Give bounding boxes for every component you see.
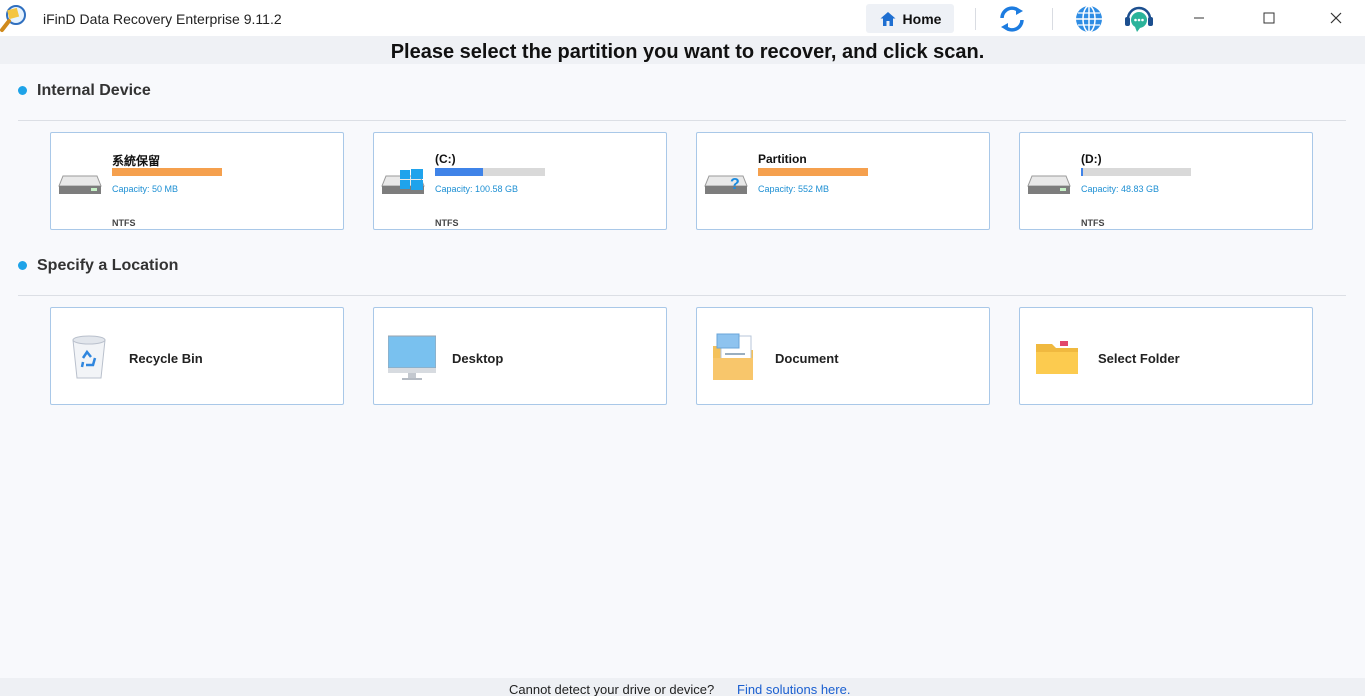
close-button[interactable] [1313,0,1359,36]
document-folder-icon [713,333,753,380]
drive-usage-bar [758,168,868,176]
footer-text: Cannot detect your drive or device? [509,682,715,696]
hard-drive-icon [58,175,102,194]
drive-usage-fill [758,168,868,176]
app-title: iFinD Data Recovery Enterprise 9.11.2 [43,11,282,27]
section-bullet [18,86,27,95]
drive-usage-bar [435,168,545,176]
windows-drive-icon [381,169,425,194]
language-button[interactable] [1073,4,1105,34]
maximize-button[interactable] [1246,0,1292,36]
internal-device-title: Internal Device [37,82,151,99]
home-button[interactable]: Home [866,4,954,33]
page-heading: Please select the partition you want to … [390,41,985,63]
drive-card-system-reserved[interactable]: 系統保留 Capacity: 50 MB NTFS [50,132,344,230]
support-button[interactable] [1123,4,1155,34]
drive-usage-bar [1081,168,1191,176]
drive-card-d[interactable]: (D:) Capacity: 48.83 GB NTFS [1019,132,1313,230]
refresh-icon [1000,6,1024,32]
drive-capacity: Capacity: 100.58 GB [435,184,519,194]
support-chat-icon [1125,6,1153,32]
svg-text:?: ? [730,176,740,193]
home-icon [880,11,896,26]
location-label: Select Folder [1098,351,1180,366]
drive-filesystem: NTFS [112,218,136,228]
section-divider [18,295,1346,296]
drive-name: (D:) [1081,152,1102,166]
hard-drive-icon [1027,175,1071,194]
drive-usage-fill [435,168,484,176]
location-card-desktop[interactable]: Desktop [373,307,667,405]
find-solutions-link[interactable]: Find solutions here. [737,682,850,696]
minimize-button[interactable] [1176,0,1222,36]
location-card-recycle-bin[interactable]: Recycle Bin [50,307,344,405]
drive-usage-fill [1081,168,1084,176]
close-icon [1330,12,1342,24]
drive-card-partition[interactable]: ? Partition Capacity: 552 MB [696,132,990,230]
desktop-monitor-icon [388,335,436,380]
location-label: Desktop [452,351,504,366]
drive-capacity: Capacity: 48.83 GB [1081,184,1160,194]
specify-location-title: Specify a Location [37,257,179,274]
drive-name: 系統保留 [112,154,161,168]
recycle-bin-icon [72,335,106,379]
drive-usage-bar [112,168,222,176]
location-label: Document [775,351,839,366]
maximize-icon [1263,12,1275,24]
section-bullet [18,261,27,270]
drive-capacity: Capacity: 552 MB [758,184,830,194]
location-card-select-folder[interactable]: Select Folder [1019,307,1313,405]
folder-icon [1036,341,1078,374]
magnifier-logo-icon [0,5,26,32]
location-label: Recycle Bin [129,351,203,366]
drive-card-c[interactable]: (C:) Capacity: 100.58 GB NTFS [373,132,667,230]
drive-filesystem: NTFS [1081,218,1105,228]
toolbar-divider [1052,8,1053,30]
title-bar: iFinD Data Recovery Enterprise 9.11.2 Ho… [0,0,1365,36]
drive-name: (C:) [435,152,456,166]
unknown-drive-icon: ? [704,175,748,194]
drive-filesystem: NTFS [435,218,459,228]
section-divider [18,120,1346,121]
minimize-icon [1194,17,1204,19]
refresh-button[interactable] [996,4,1028,34]
home-button-label: Home [902,10,942,27]
drive-name: Partition [758,152,807,166]
globe-icon [1076,5,1102,33]
drive-capacity: Capacity: 50 MB [112,184,179,194]
location-card-document[interactable]: Document [696,307,990,405]
toolbar-divider [975,8,976,30]
drive-usage-fill [112,168,222,176]
